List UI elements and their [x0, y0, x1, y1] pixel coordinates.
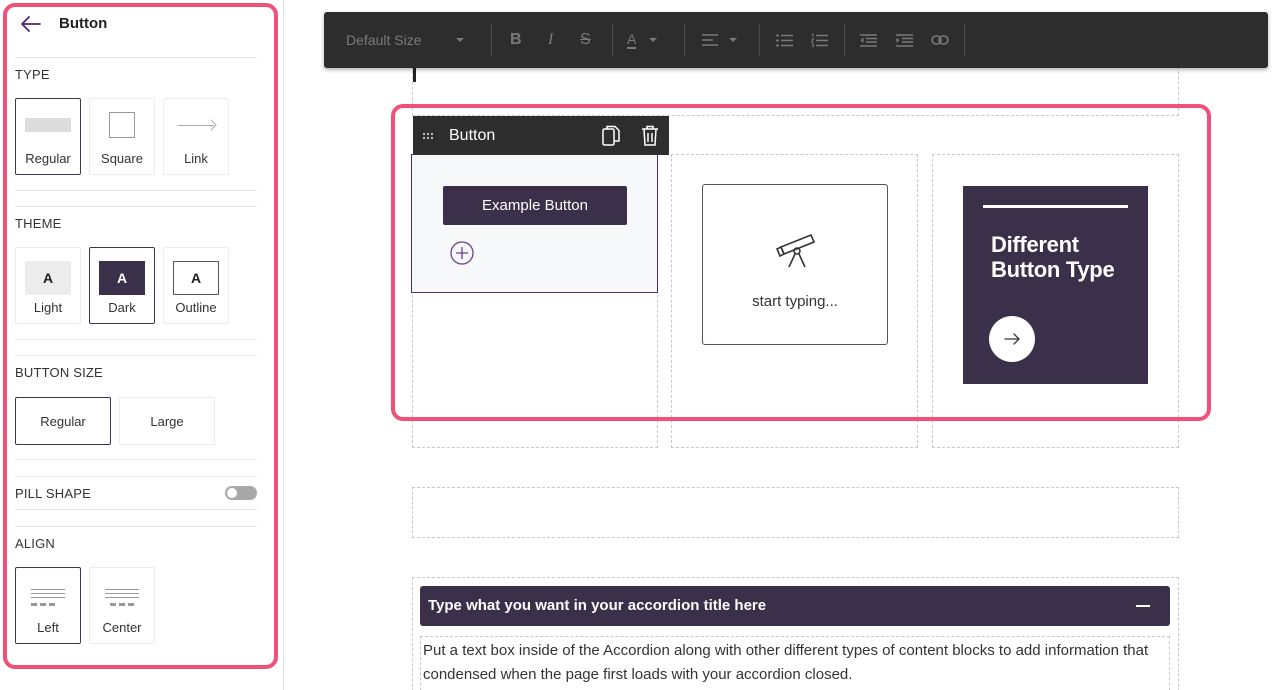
toolbar-separator [491, 24, 492, 56]
theme-dark-glyph: A [99, 261, 145, 295]
toolbar-separator [684, 24, 685, 56]
section-label-pill-shape: PILL SHAPE [15, 486, 91, 501]
bullet-list-icon [776, 33, 793, 47]
add-circle-icon[interactable] [450, 241, 474, 265]
divider [15, 355, 257, 356]
chevron-down-icon [729, 38, 737, 42]
indent-button[interactable] [896, 12, 913, 68]
chevron-down-icon [456, 38, 465, 42]
type-option-label: Link [184, 151, 208, 166]
theme-option-dark[interactable]: A Dark [89, 247, 155, 324]
align-left-icon [16, 568, 80, 620]
divider [15, 459, 257, 460]
numbered-list-button[interactable] [811, 12, 828, 68]
outdent-button[interactable] [860, 12, 877, 68]
theme-option-label: Outline [175, 300, 217, 315]
text-cursor [413, 66, 416, 82]
align-option-center[interactable]: Center [89, 567, 155, 644]
properties-sidebar: Button TYPE Regular Square Link THEME A … [0, 0, 284, 690]
block-toolbar: Button [413, 116, 669, 155]
empty-block-placeholder: start typing... [752, 293, 838, 310]
text-color-icon: A [627, 30, 637, 49]
accordion-body-text[interactable]: Put a text box inside of the Accordion a… [420, 636, 1170, 690]
theme-option-label: Light [33, 300, 63, 315]
align-center-icon [90, 568, 154, 620]
toolbar-separator [964, 24, 965, 56]
arrow-right-icon[interactable] [989, 316, 1035, 362]
divider [15, 206, 257, 207]
example-button[interactable]: Example Button [443, 186, 627, 225]
font-size-dropdown[interactable]: Default Size [346, 12, 486, 68]
toolbar-separator [612, 24, 613, 56]
sidebar-title: Button [59, 15, 108, 32]
back-arrow-icon[interactable] [19, 12, 43, 36]
empty-row-outline[interactable] [412, 487, 1179, 538]
theme-outline-glyph: A [173, 261, 219, 295]
bullet-list-button[interactable] [776, 12, 793, 68]
text-format-toolbar: Default Size B I S A [324, 12, 1268, 68]
align-option-label: Center [102, 620, 142, 635]
drag-handle-icon[interactable] [423, 129, 437, 143]
empty-content-block[interactable]: start typing... [702, 184, 888, 345]
align-left-icon [702, 34, 718, 46]
divider [15, 476, 257, 477]
strikethrough-button[interactable]: S [580, 12, 591, 68]
divider [15, 339, 257, 340]
text-color-dropdown[interactable]: A [627, 12, 667, 68]
feature-title: Different Button Type [991, 232, 1115, 282]
copy-icon[interactable] [602, 125, 620, 147]
font-size-value: Default Size [346, 32, 422, 48]
text-align-dropdown[interactable] [702, 12, 746, 68]
size-option-regular[interactable]: Regular [15, 397, 111, 445]
type-option-label: Regular [25, 151, 71, 166]
feature-card[interactable]: Different Button Type [963, 186, 1148, 384]
section-label-theme: THEME [15, 216, 62, 231]
indent-icon [896, 33, 913, 47]
numbered-list-icon [811, 33, 828, 47]
theme-light-icon: A [16, 248, 80, 300]
square-button-icon [90, 99, 154, 151]
outdent-icon [860, 33, 877, 47]
divider [15, 509, 257, 510]
section-label-button-size: BUTTON SIZE [15, 365, 103, 380]
theme-option-light[interactable]: A Light [15, 247, 81, 324]
size-option-large[interactable]: Large [119, 397, 215, 445]
align-option-left[interactable]: Left [15, 567, 81, 644]
bold-button[interactable]: B [510, 12, 522, 68]
theme-light-glyph: A [25, 261, 71, 295]
regular-button-icon [16, 99, 80, 151]
accordion-header[interactable]: Type what you want in your accordion tit… [420, 586, 1170, 626]
toggle-knob [227, 488, 237, 498]
sidebar-header: Button [15, 12, 257, 58]
accordion-title: Type what you want in your accordion tit… [428, 597, 767, 614]
section-label-type: TYPE [15, 67, 50, 82]
theme-outline-icon: A [164, 248, 228, 300]
type-option-regular[interactable]: Regular [15, 98, 81, 175]
link-arrow-icon [164, 99, 228, 151]
divider [15, 526, 257, 527]
divider [15, 190, 257, 191]
block-toolbar-title: Button [449, 126, 496, 144]
trash-icon[interactable] [641, 125, 659, 147]
toolbar-separator [844, 24, 845, 56]
chevron-down-icon [649, 38, 658, 42]
align-option-label: Left [37, 620, 59, 635]
link-button[interactable] [931, 12, 949, 68]
previous-block-outline [412, 66, 1179, 116]
theme-option-outline[interactable]: A Outline [163, 247, 229, 324]
collapse-minus-icon[interactable] [1136, 605, 1150, 607]
telescope-icon [775, 229, 819, 269]
theme-dark-icon: A [90, 248, 154, 300]
type-option-label: Square [101, 151, 143, 166]
type-option-square[interactable]: Square [89, 98, 155, 175]
toolbar-separator [759, 24, 760, 56]
pill-shape-toggle[interactable] [225, 486, 257, 500]
italic-button[interactable]: I [548, 12, 553, 68]
theme-option-label: Dark [108, 300, 136, 315]
section-label-align: ALIGN [15, 536, 56, 551]
type-option-link[interactable]: Link [163, 98, 229, 175]
link-icon [931, 35, 949, 45]
feature-divider [983, 205, 1128, 208]
